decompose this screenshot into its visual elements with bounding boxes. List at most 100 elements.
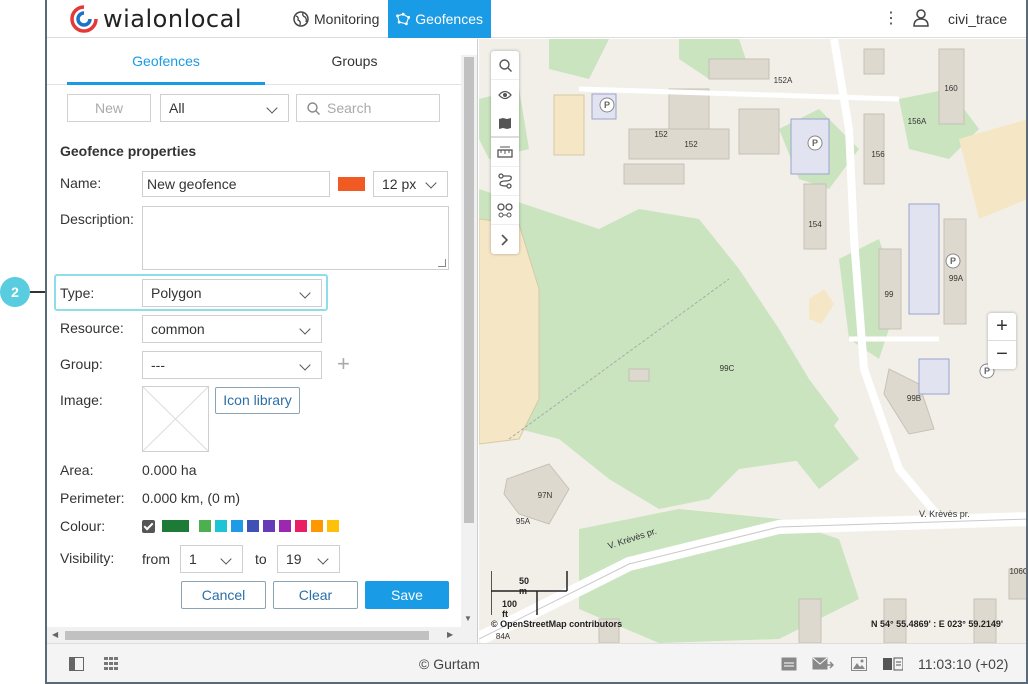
globe-icon (293, 11, 309, 27)
status-bar: © Gurtam 11:03:10 (+02) (47, 643, 1026, 682)
resize-grip-icon[interactable] (438, 259, 446, 267)
scroll-down-icon[interactable]: ▼ (464, 614, 472, 623)
nav-monitoring[interactable]: Monitoring (285, 0, 387, 38)
tab-geofences[interactable]: Geofences (67, 39, 265, 85)
group-select-value: --- (151, 357, 165, 373)
more-menu-icon[interactable]: ⋮ (883, 9, 899, 29)
horizontal-scrollbar-thumb[interactable] (65, 631, 429, 640)
colour-swatch[interactable] (327, 520, 339, 532)
svg-text:106C: 106C (1009, 567, 1028, 576)
map-layers-icon[interactable] (491, 109, 519, 138)
nav-monitoring-label: Monitoring (314, 11, 380, 27)
image-gallery-icon[interactable] (851, 657, 867, 671)
logo[interactable]: wialonlocal (69, 4, 242, 34)
ruler-icon[interactable] (491, 138, 519, 167)
line-width-value: 12 px (382, 176, 417, 192)
search-input[interactable]: Search (296, 94, 440, 122)
vertical-scrollbar[interactable] (461, 55, 477, 643)
scale-feet: 100 ft (502, 599, 518, 619)
line-color-picker[interactable] (338, 177, 365, 191)
visibility-from-select[interactable]: 1 (180, 545, 243, 573)
new-button[interactable]: New (67, 94, 151, 122)
svg-text:99C: 99C (720, 364, 735, 373)
chevron-down-icon (425, 177, 437, 189)
colour-swatch[interactable] (199, 520, 211, 532)
colour-palette (142, 519, 343, 533)
description-field[interactable] (142, 206, 449, 270)
image-label: Image: (60, 392, 103, 408)
section-title: Geofence properties (60, 143, 197, 159)
map-label: 152A (774, 76, 793, 85)
notifications-icon[interactable] (781, 657, 797, 671)
description-label: Description: (60, 211, 134, 227)
chevron-down-icon (317, 553, 329, 565)
svg-text:152: 152 (684, 140, 698, 149)
map-toolbar (491, 51, 519, 254)
colour-swatch[interactable] (215, 520, 227, 532)
colour-swatch[interactable] (263, 520, 275, 532)
svg-text:160: 160 (944, 84, 958, 93)
visibility-to-value: 19 (286, 551, 302, 567)
filter-select[interactable]: All (160, 94, 289, 122)
colour-swatch[interactable] (279, 520, 291, 532)
route-icon[interactable] (491, 167, 519, 196)
horizontal-scrollbar[interactable]: ◀ ▶ (47, 627, 461, 643)
group-select[interactable]: --- (142, 351, 322, 379)
map-tiles: PPPP 152A 160 152 152 156A 156 154 99A 9… (479, 39, 1028, 643)
messages-icon[interactable] (812, 657, 834, 671)
chevron-down-icon (299, 359, 311, 371)
nav-geofences-label: Geofences (415, 11, 483, 27)
logo-icon (70, 5, 98, 33)
add-group-icon[interactable]: + (337, 353, 350, 375)
resource-select[interactable]: common (142, 315, 322, 343)
chevron-down-icon (266, 102, 278, 114)
colour-swatch-selected[interactable] (162, 520, 189, 532)
chevron-down-icon (220, 553, 232, 565)
user-icon[interactable] (913, 9, 929, 27)
line-width-select[interactable]: 12 px (373, 171, 448, 197)
name-field[interactable]: New geofence (142, 171, 330, 197)
area-label: Area: (60, 462, 94, 478)
map-search-icon[interactable] (491, 51, 519, 80)
map-view[interactable]: PPPP 152A 160 152 152 156A 156 154 99A 9… (479, 39, 1028, 643)
colour-swatch[interactable] (231, 520, 243, 532)
reports-icon[interactable] (883, 657, 903, 671)
visibility-to-select[interactable]: 19 (277, 545, 340, 573)
cancel-button[interactable]: Cancel (181, 581, 266, 609)
save-button[interactable]: Save (365, 581, 449, 609)
resource-label: Resource: (60, 320, 124, 336)
grid-icon[interactable] (104, 657, 119, 671)
app-window: wialonlocal Monitoring Geofences ⋮ civi_… (45, 0, 1028, 684)
scroll-right-icon[interactable]: ▶ (447, 630, 453, 639)
filter-select-value: All (169, 100, 185, 116)
colour-swatch[interactable] (247, 520, 259, 532)
clear-button[interactable]: Clear (273, 581, 358, 609)
zoom-out-button[interactable]: − (988, 341, 1016, 369)
colour-swatch[interactable] (295, 520, 307, 532)
vertical-scrollbar-thumb[interactable] (464, 57, 474, 523)
icon-library-button[interactable]: Icon library (215, 387, 300, 414)
empty-image-icon (142, 386, 209, 452)
type-select[interactable]: Polygon (142, 279, 322, 307)
name-label: Name: (60, 175, 102, 191)
zoom-in-button[interactable]: + (988, 313, 1016, 341)
colour-enabled-checkbox[interactable] (142, 519, 155, 533)
eye-icon[interactable] (491, 80, 519, 109)
perimeter-value: 0.000 km, (0 m) (142, 490, 241, 506)
username[interactable]: civi_trace (948, 11, 1007, 27)
svg-text:156A: 156A (908, 117, 927, 126)
colour-swatch[interactable] (311, 520, 323, 532)
image-placeholder[interactable] (142, 386, 209, 452)
nav-geofences[interactable]: Geofences (388, 0, 491, 38)
tab-groups[interactable]: Groups (257, 39, 452, 85)
panel-layout-icon[interactable] (69, 657, 84, 671)
map-attribution[interactable]: © OpenStreetMap contributors (491, 619, 622, 629)
to-label: to (255, 551, 267, 567)
panel-tabs: Geofences Groups (47, 39, 461, 85)
perimeter-label: Perimeter: (60, 490, 125, 506)
from-label: from (142, 551, 170, 567)
svg-text:154: 154 (808, 220, 822, 229)
expand-tools-icon[interactable] (491, 225, 519, 254)
scroll-left-icon[interactable]: ◀ (52, 630, 58, 639)
waypoints-icon[interactable] (491, 196, 519, 225)
